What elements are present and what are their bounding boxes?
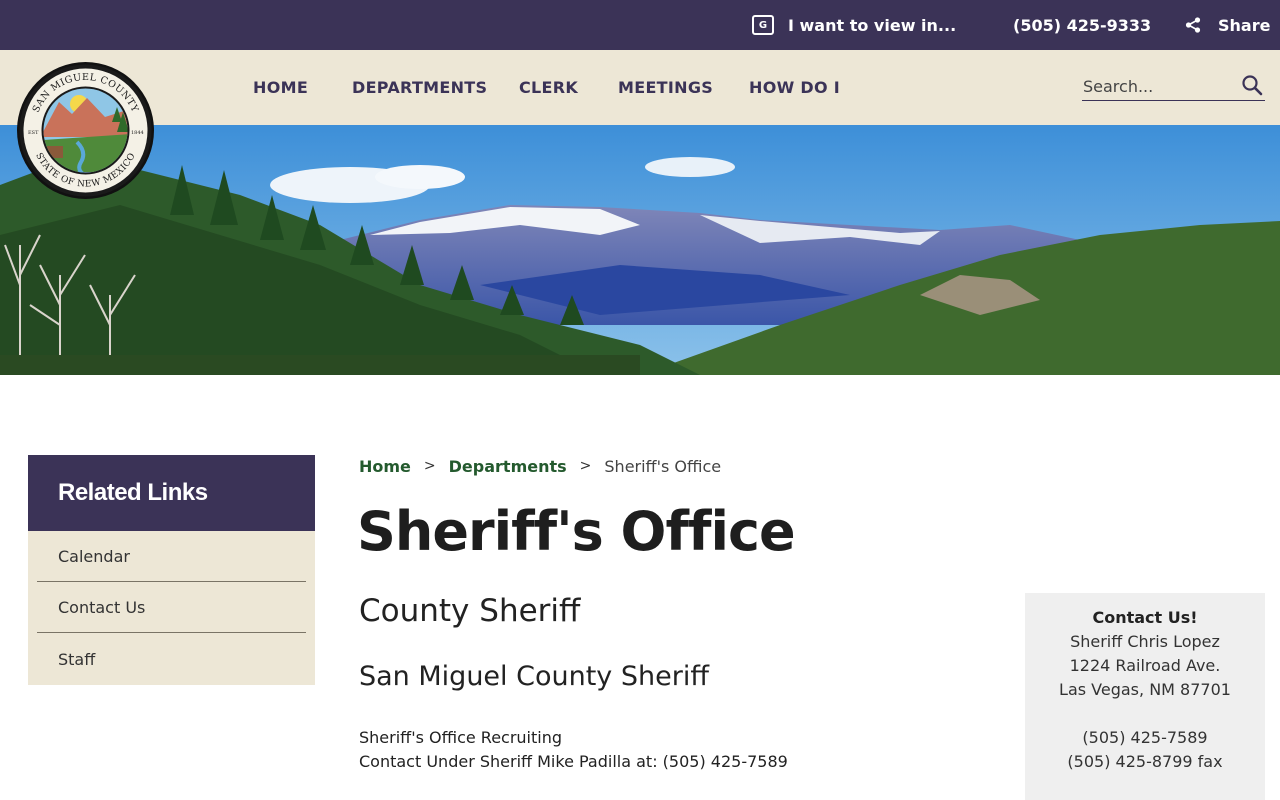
logo-year-text: 1844 [131, 130, 144, 136]
page-title: Sheriff's Office [357, 500, 796, 563]
nav-departments[interactable]: DEPARTMENTS [352, 50, 487, 125]
translate-button[interactable]: G I want to view in... [752, 0, 956, 50]
share-label: Share [1218, 15, 1271, 35]
related-links-title: Related Links [28, 455, 315, 531]
header-phone-link[interactable]: (505) 425-9333 [1013, 0, 1151, 50]
contact-name: Sheriff Chris Lopez [1070, 632, 1220, 651]
related-links-sidebar: Related Links Calendar Contact Us Staff [28, 455, 315, 685]
nav-how-do-i[interactable]: HOW DO I [749, 50, 840, 125]
subsection-heading: San Miguel County Sheriff [359, 661, 709, 692]
utility-bar: G I want to view in... (505) 425-9333 Sh… [0, 0, 1280, 50]
nav-home[interactable]: HOME [253, 50, 308, 125]
search-icon[interactable] [1241, 74, 1263, 96]
hero-banner-image [0, 125, 1280, 375]
contact-phone[interactable]: (505) 425-7589 [1025, 726, 1265, 750]
breadcrumb-current: Sheriff's Office [604, 456, 722, 476]
nav-clerk[interactable]: CLERK [519, 50, 578, 125]
county-seal-logo[interactable]: SAN MIGUEL COUNTY STATE OF NEW MEXICO ES… [17, 62, 154, 199]
related-links-list: Calendar Contact Us Staff [28, 531, 315, 685]
breadcrumb-departments[interactable]: Departments [449, 457, 567, 476]
translate-label: I want to view in... [788, 15, 957, 35]
breadcrumb-home[interactable]: Home [359, 457, 411, 476]
nav-meetings[interactable]: MEETINGS [618, 50, 713, 125]
contact-title: Contact Us! [1092, 608, 1198, 627]
breadcrumb: Home > Departments > Sheriff's Office [359, 455, 721, 477]
recruiting-info: Sheriff's Office Recruiting Contact Unde… [359, 726, 788, 774]
section-heading: County Sheriff [359, 593, 581, 629]
sidebar-item-contact-us[interactable]: Contact Us [37, 582, 306, 633]
share-icon [1185, 17, 1201, 33]
sidebar-item-calendar[interactable]: Calendar [37, 531, 306, 582]
site-search [1082, 73, 1265, 101]
sidebar-item-staff[interactable]: Staff [37, 633, 306, 685]
breadcrumb-separator: > [579, 458, 592, 474]
contact-address-line1: 1224 Railroad Ave. [1069, 656, 1221, 675]
share-button[interactable]: Share [1185, 0, 1270, 50]
contact-fax: (505) 425-8799 fax [1067, 752, 1223, 771]
translate-icon: G [752, 15, 774, 35]
recruiting-line: Sheriff's Office Recruiting [359, 728, 563, 747]
contact-address-line2: Las Vegas, NM 87701 [1059, 680, 1231, 699]
logo-est-text: EST [28, 130, 39, 136]
contact-box: Contact Us! Sheriff Chris Lopez 1224 Rai… [1025, 593, 1265, 800]
search-input[interactable] [1082, 73, 1232, 99]
breadcrumb-separator: > [423, 458, 436, 474]
undersheriff-contact-line: Contact Under Sheriff Mike Padilla at: (… [359, 752, 788, 771]
